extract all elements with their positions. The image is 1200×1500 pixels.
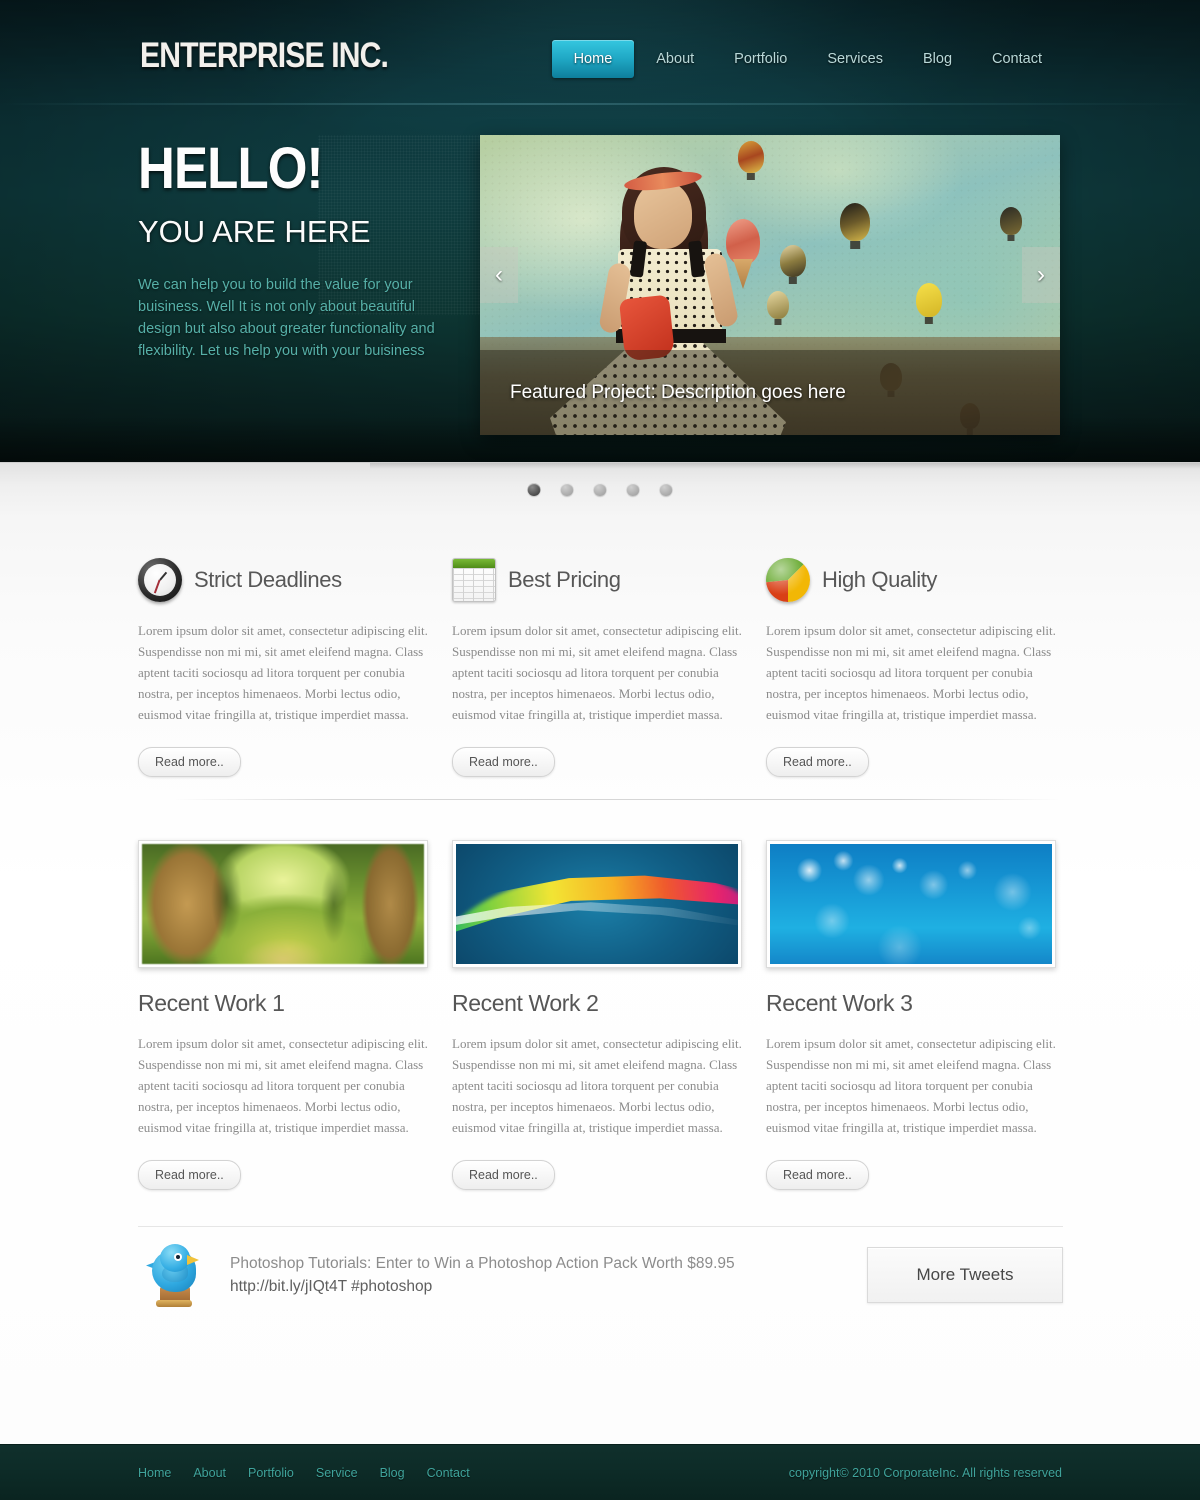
read-more-button[interactable]: Read more..: [138, 747, 241, 777]
pagination-dot-2[interactable]: [560, 483, 574, 496]
feature-header: Best Pricing: [452, 556, 742, 604]
work-body: Lorem ipsum dolor sit amet, consectetur …: [452, 1036, 742, 1135]
nav-item-services[interactable]: Services: [809, 40, 901, 78]
feature-header: Strict Deadlines: [138, 556, 428, 604]
copyright-text: copyright© 2010 CorporateInc. All rights…: [788, 1466, 1062, 1480]
footer-link-portfolio[interactable]: Portfolio: [248, 1466, 294, 1480]
footer-link-blog[interactable]: Blog: [380, 1466, 405, 1480]
footer-link-home[interactable]: Home: [138, 1466, 171, 1480]
section-divider: [175, 799, 1059, 800]
slide-caption-text: Featured Project: Description goes here: [510, 381, 846, 403]
tweet-text: Photoshop Tutorials: Enter to Win a Phot…: [230, 1252, 735, 1298]
nav-item-blog[interactable]: Blog: [905, 40, 970, 78]
slider-prev-arrow[interactable]: ‹: [480, 247, 518, 303]
read-more-button[interactable]: Read more..: [766, 1160, 869, 1190]
pagination-dot-1[interactable]: [527, 483, 541, 496]
feature-card-high-quality: High Quality Lorem ipsum dolor sit amet,…: [766, 556, 1056, 777]
pagination-dot-3[interactable]: [593, 483, 607, 496]
site-footer: Home About Portfolio Service Blog Contac…: [0, 1444, 1200, 1500]
main-content: Strict Deadlines Lorem ipsum dolor sit a…: [0, 518, 1200, 1444]
feature-title: Best Pricing: [508, 567, 621, 592]
balloon-icon: [840, 203, 870, 241]
pagination-dot-4[interactable]: [626, 483, 640, 496]
nav-item-contact[interactable]: Contact: [974, 40, 1060, 78]
work-card-1: Recent Work 1 Lorem ipsum dolor sit amet…: [138, 840, 428, 1190]
clock-icon: [138, 558, 182, 602]
footer-link-service[interactable]: Service: [316, 1466, 358, 1480]
feature-header: High Quality: [766, 556, 1056, 604]
pie-chart-icon: [766, 558, 810, 602]
footer-navigation: Home About Portfolio Service Blog Contac…: [138, 1466, 492, 1480]
work-title: Recent Work 2: [452, 990, 599, 1016]
main-navigation: Home About Portfolio Services Blog Conta…: [548, 40, 1060, 78]
slider-pagination-dots: [527, 483, 673, 496]
forest-path-image: [142, 844, 424, 964]
read-more-button[interactable]: Read more..: [766, 747, 869, 777]
balloon-icon: [916, 283, 942, 317]
work-body: Lorem ipsum dolor sit amet, consectetur …: [766, 1036, 1056, 1135]
nav-item-portfolio[interactable]: Portfolio: [716, 40, 805, 78]
site-header-hero: ENTERPRISE INC. Home About Portfolio Ser…: [0, 0, 1200, 462]
feature-body: Lorem ipsum dolor sit amet, consectetur …: [138, 623, 428, 722]
twitter-feed-bar: Photoshop Tutorials: Enter to Win a Phot…: [138, 1226, 1063, 1322]
hero-title: HELLO!: [138, 136, 324, 201]
feature-body: Lorem ipsum dolor sit amet, consectetur …: [452, 623, 742, 722]
hero-paragraph: We can help you to build the value for y…: [138, 277, 435, 359]
work-body: Lorem ipsum dolor sit amet, consectetur …: [138, 1036, 428, 1135]
tweet-line-1: Photoshop Tutorials: Enter to Win a Phot…: [230, 1254, 735, 1272]
featured-slider[interactable]: ‹ › Featured Project: Description goes h…: [480, 135, 1060, 435]
more-tweets-button[interactable]: More Tweets: [867, 1246, 1063, 1303]
spreadsheet-icon: [452, 558, 496, 602]
tweet-link[interactable]: http://bit.ly/jIQt4T #photoshop: [230, 1275, 735, 1298]
rainbow-wave-image: [456, 844, 738, 964]
feature-card-strict-deadlines: Strict Deadlines Lorem ipsum dolor sit a…: [138, 556, 428, 777]
work-title: Recent Work 3: [766, 990, 913, 1016]
work-thumbnail[interactable]: [452, 840, 742, 968]
band-shadow: [370, 463, 1200, 469]
slider-next-arrow[interactable]: ›: [1022, 247, 1060, 303]
slide-caption-bar: Featured Project: Description goes here: [480, 350, 1060, 435]
slider-pagination-band: [0, 462, 1200, 518]
hero-subtitle: YOU ARE HERE: [138, 214, 371, 249]
read-more-button[interactable]: Read more..: [138, 1160, 241, 1190]
work-card-2: Recent Work 2 Lorem ipsum dolor sit amet…: [452, 840, 742, 1190]
feature-card-best-pricing: Best Pricing Lorem ipsum dolor sit amet,…: [452, 556, 742, 777]
site-logo[interactable]: ENTERPRISE INC.: [140, 36, 389, 76]
balloon-icon: [1000, 207, 1022, 235]
feature-title: High Quality: [822, 567, 938, 592]
nav-item-home[interactable]: Home: [551, 40, 635, 78]
nav-item-about[interactable]: About: [638, 40, 712, 78]
features-row: Strict Deadlines Lorem ipsum dolor sit a…: [138, 556, 1063, 777]
work-thumbnail[interactable]: [766, 840, 1056, 968]
header-divider-line: [0, 103, 1200, 105]
footer-link-about[interactable]: About: [193, 1466, 226, 1480]
twitter-bird-icon: [146, 1242, 208, 1308]
work-thumbnail[interactable]: [138, 840, 428, 968]
work-card-3: Recent Work 3 Lorem ipsum dolor sit amet…: [766, 840, 1056, 1190]
read-more-button[interactable]: Read more..: [452, 1160, 555, 1190]
feature-title: Strict Deadlines: [194, 567, 342, 592]
read-more-button[interactable]: Read more..: [452, 747, 555, 777]
hero-text-block: HELLO! YOU ARE HERE We can help you to b…: [138, 135, 518, 362]
recent-work-row: Recent Work 1 Lorem ipsum dolor sit amet…: [138, 840, 1063, 1190]
pagination-dot-5[interactable]: [659, 483, 673, 496]
blue-bokeh-image: [770, 844, 1052, 964]
feature-body: Lorem ipsum dolor sit amet, consectetur …: [766, 623, 1056, 722]
footer-link-contact[interactable]: Contact: [427, 1466, 470, 1480]
work-title: Recent Work 1: [138, 990, 285, 1016]
